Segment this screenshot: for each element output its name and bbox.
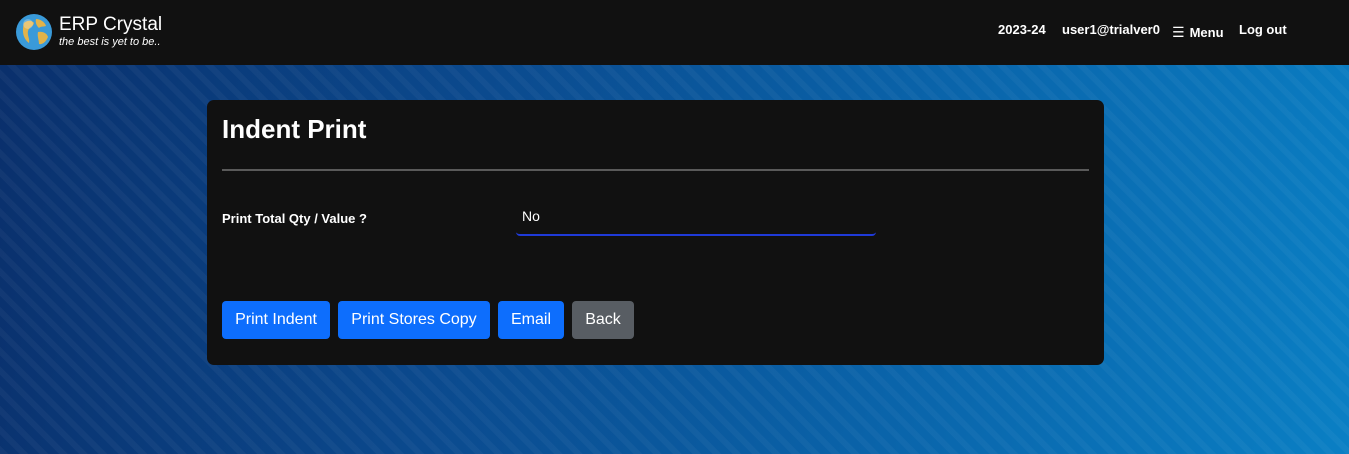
- menu-button[interactable]: ☰ Menu: [1172, 3, 1224, 61]
- print-indent-button[interactable]: Print Indent: [222, 301, 330, 339]
- top-navbar: ERP Crystal the best is yet to be.. 2023…: [0, 0, 1349, 65]
- print-total-select[interactable]: No: [516, 198, 876, 236]
- brand-tagline: the best is yet to be..: [59, 36, 161, 48]
- brand-name: ERP Crystal: [59, 14, 163, 35]
- page-title: Indent Print: [222, 114, 367, 144]
- print-stores-copy-button[interactable]: Print Stores Copy: [338, 301, 490, 339]
- user-name[interactable]: user1@trialver0: [1062, 0, 1160, 58]
- print-total-label: Print Total Qty / Value ?: [222, 211, 367, 226]
- brand[interactable]: ERP Crystal the best is yet to be..: [15, 13, 162, 51]
- financial-year[interactable]: 2023-24: [998, 0, 1046, 58]
- back-button[interactable]: Back: [572, 301, 634, 339]
- globe-icon: [16, 14, 52, 50]
- hamburger-icon: ☰: [1172, 23, 1185, 40]
- menu-label: Menu: [1189, 24, 1224, 40]
- indent-print-card: Indent Print Print Total Qty / Value ? N…: [207, 100, 1104, 365]
- title-divider: [222, 169, 1089, 171]
- logout-link[interactable]: Log out: [1239, 0, 1287, 58]
- email-button[interactable]: Email: [498, 301, 564, 339]
